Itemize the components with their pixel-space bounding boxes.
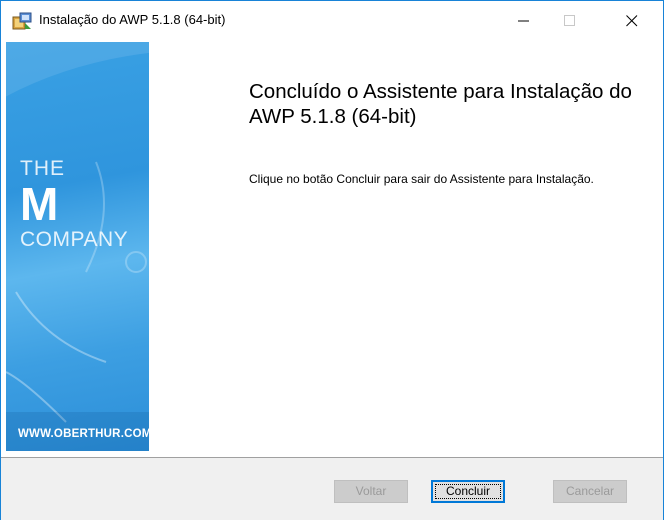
close-button[interactable] — [609, 1, 655, 41]
maximize-icon — [564, 15, 575, 26]
logo-m: M — [20, 178, 59, 230]
logo-the: THE — [20, 157, 65, 180]
window-title: Instalação do AWP 5.1.8 (64-bit) — [39, 12, 226, 27]
company-logo: THE M COMPANY — [20, 158, 128, 250]
maximize-button[interactable] — [547, 1, 593, 41]
close-icon — [626, 15, 638, 27]
title-bar: Instalação do AWP 5.1.8 (64-bit) — [1, 1, 663, 41]
finish-button[interactable]: Concluir — [431, 480, 505, 503]
focus-rectangle — [435, 484, 501, 499]
back-button[interactable]: Voltar — [334, 480, 408, 503]
cancel-button[interactable]: Cancelar — [553, 480, 627, 503]
installer-window: Instalação do AWP 5.1.8 (64-bit) THE M C… — [0, 0, 664, 520]
installer-app-icon — [12, 12, 32, 30]
cancel-button-label: Cancelar — [565, 484, 615, 498]
side-banner: THE M COMPANY WWW.OBERTHUR.COM — [6, 42, 149, 451]
button-bar: Voltar Concluir Cancelar — [1, 458, 663, 520]
logo-company: COMPANY — [20, 228, 129, 251]
website-url: WWW.OBERTHUR.COM — [18, 428, 149, 440]
minimize-icon — [518, 20, 529, 22]
page-description: Clique no botão Concluir para sair do As… — [249, 172, 594, 186]
back-button-label: Voltar — [355, 484, 387, 498]
page-title: Concluído o Assistente para Instalação d… — [249, 80, 632, 128]
minimize-button[interactable] — [501, 1, 547, 41]
